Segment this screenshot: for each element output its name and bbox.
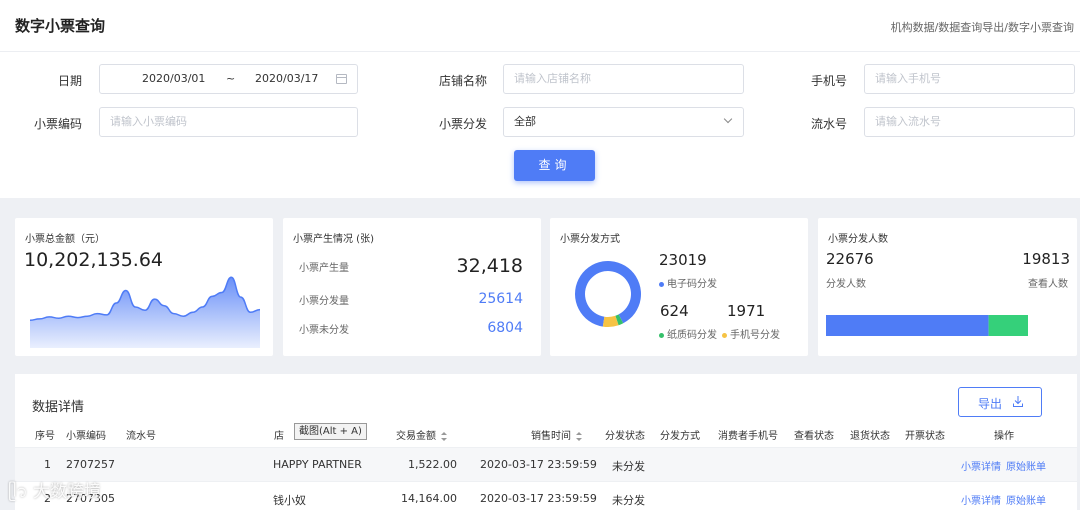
- col-header-phone: 消费者手机号: [718, 431, 778, 442]
- distributed-label: 小票分发量: [299, 296, 349, 307]
- distribution-donut-chart: [575, 261, 641, 327]
- date-end[interactable]: 2020/03/17: [255, 65, 318, 93]
- legend-paper: 纸质码分发: [659, 326, 717, 341]
- cell-time: 2020-03-17 23:59:59: [480, 492, 597, 505]
- col-header-serial: 流水号: [126, 431, 156, 442]
- people-bar-chart: [826, 315, 1028, 336]
- date-start[interactable]: 2020/03/01: [142, 65, 205, 93]
- watermark-icon: ᥫ᭡: [8, 482, 28, 502]
- legend-dot-yellow: [722, 332, 727, 338]
- produced-label: 小票产生量: [299, 263, 349, 274]
- card-distribution-method: 小票分发方式 23019 电子码分发 624 1971 纸质码分发 手机号分发: [550, 218, 808, 356]
- phone-label: 手机号: [810, 74, 847, 88]
- ticket-code-input[interactable]: 请输入小票编码: [99, 107, 358, 137]
- cell-time: 2020-03-17 23:59:59: [480, 458, 597, 471]
- legend-electronic: 电子码分发: [659, 275, 717, 290]
- date-separator: ~: [226, 72, 236, 85]
- table-row: 2 2707305 钱小奴 14,164.00 2020-03-17 23:59…: [15, 481, 1077, 510]
- data-details-panel: 数据详情 导出 序号 小票编码 流水号 店 截图(Alt + A) 交易金额 销…: [15, 374, 1077, 510]
- col-header-invoice: 开票状态: [905, 431, 945, 442]
- col-header-view: 查看状态: [794, 431, 834, 442]
- breadcrumb[interactable]: 机构数据/数据查询导出/数字小票查询: [891, 19, 1074, 35]
- export-label: 导出: [978, 397, 1003, 411]
- table-row: 1 2707257 HAPPY PARTNER 1,522.00 2020-03…: [15, 447, 1077, 481]
- date-range-picker[interactable]: 2020/03/01 ~ 2020/03/17: [99, 64, 358, 94]
- chevron-down-icon[interactable]: [723, 114, 733, 124]
- card-total-amount: 小票总金额（元） 10,202,135.64: [15, 218, 273, 356]
- view-people-label: 查看人数: [1028, 279, 1068, 290]
- download-icon: [1013, 396, 1023, 407]
- cell-index: 1: [44, 458, 51, 471]
- undistributed-label: 小票未分发: [299, 325, 349, 336]
- amount-trend-chart: [30, 276, 260, 348]
- bar-distributed: [826, 315, 989, 336]
- card-distribution-people: 小票分发人数 22676 分发人数 19813 查看人数: [818, 218, 1077, 356]
- section-title: 数据详情: [32, 400, 85, 415]
- cell-status: 未分发: [612, 494, 645, 507]
- card-title: 小票分发人数: [828, 234, 888, 245]
- col-header-operation: 操作: [994, 431, 1014, 442]
- date-label: 日期: [57, 74, 82, 88]
- legend-dot-blue: [659, 281, 664, 287]
- dist-people-label: 分发人数: [826, 279, 866, 290]
- phone-dist-value: 1971: [727, 302, 766, 320]
- calendar-icon[interactable]: [336, 74, 347, 84]
- electronic-value: 23019: [659, 251, 707, 269]
- col-header-code: 小票编码: [66, 431, 106, 442]
- legend-phone: 手机号分发: [722, 326, 780, 341]
- phone-input[interactable]: 请输入手机号: [864, 64, 1075, 94]
- page-title: 数字小票查询: [15, 17, 106, 35]
- ticket-detail-link[interactable]: 小票详情: [961, 492, 1001, 507]
- legend-dot-green: [659, 332, 664, 338]
- col-header-store: 店: [274, 431, 284, 442]
- col-header-method: 分发方式: [660, 431, 700, 442]
- cell-store: 钱小奴: [273, 494, 306, 507]
- ticket-detail-link[interactable]: 小票详情: [961, 458, 1001, 473]
- col-header-refund: 退货状态: [850, 431, 890, 442]
- ticket-code-label: 小票编码: [33, 117, 82, 131]
- distributed-value: 25614: [478, 291, 523, 307]
- dist-people-value: 22676: [826, 250, 874, 268]
- cell-store: HAPPY PARTNER: [273, 458, 362, 471]
- distribution-label: 小票分发: [438, 117, 487, 131]
- view-people-value: 19813: [1022, 250, 1070, 268]
- page-header: 数字小票查询 机构数据/数据查询导出/数字小票查询: [0, 0, 1080, 52]
- cell-status: 未分发: [612, 460, 645, 473]
- total-amount-value: 10,202,135.64: [24, 249, 164, 271]
- serial-number-input[interactable]: 请输入流水号: [864, 107, 1075, 137]
- sort-icon[interactable]: [576, 431, 582, 441]
- col-header-time[interactable]: 销售时间: [531, 427, 582, 442]
- col-header-amount[interactable]: 交易金额: [396, 427, 447, 442]
- card-title: 小票总金额（元）: [25, 234, 105, 245]
- cell-amount: 1,522.00: [408, 458, 457, 471]
- card-title: 小票产生情况 (张): [293, 234, 374, 245]
- watermark-text: 大数跨境: [33, 482, 102, 502]
- store-label: 店铺名称: [438, 74, 487, 88]
- card-title: 小票分发方式: [560, 234, 620, 245]
- export-button[interactable]: 导出: [958, 387, 1042, 417]
- serial-label: 流水号: [810, 117, 847, 131]
- screenshot-tooltip: 截图(Alt + A): [294, 423, 367, 440]
- query-button[interactable]: 查询: [514, 150, 595, 181]
- col-header-status: 分发状态: [605, 431, 645, 442]
- cell-code: 2707257: [66, 458, 115, 471]
- bar-viewed: [988, 315, 1028, 336]
- card-production: 小票产生情况 (张) 小票产生量 32,418 小票分发量 25614 小票未分…: [283, 218, 541, 356]
- sort-icon[interactable]: [441, 431, 447, 441]
- filter-panel: 日期 2020/03/01 ~ 2020/03/17 店铺名称 请输入店铺名称 …: [0, 52, 1080, 198]
- col-header-index: 序号: [35, 431, 55, 442]
- distribution-select-value: 全部: [514, 115, 536, 128]
- cell-amount: 14,164.00: [401, 492, 457, 505]
- undistributed-value: 6804: [487, 320, 523, 336]
- store-name-input[interactable]: 请输入店铺名称: [503, 64, 744, 94]
- produced-value: 32,418: [456, 255, 523, 277]
- paper-value: 624: [660, 302, 689, 320]
- distribution-select[interactable]: 全部: [503, 107, 744, 137]
- original-bill-link[interactable]: 原始账单: [1006, 492, 1046, 507]
- original-bill-link[interactable]: 原始账单: [1006, 458, 1046, 473]
- watermark-logo: ᥫ᭡ 大数跨境: [8, 477, 101, 510]
- donut-slice-0: [575, 261, 641, 327]
